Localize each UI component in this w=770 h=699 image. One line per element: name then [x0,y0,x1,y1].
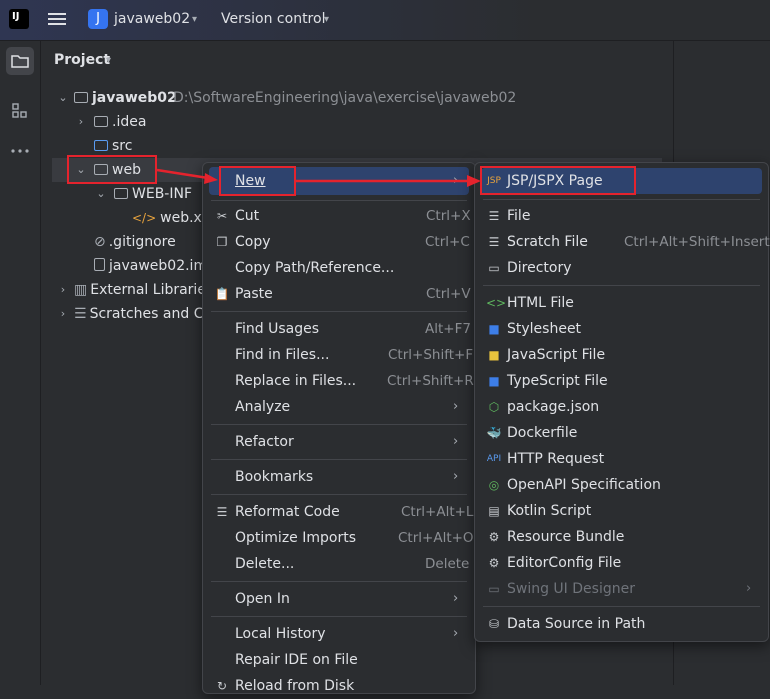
annotation-arrow-1 [156,168,209,180]
annotation-arrows [156,168,481,187]
annotation-arrowhead-1 [204,173,218,184]
annotation-arrowhead-2 [467,175,481,187]
